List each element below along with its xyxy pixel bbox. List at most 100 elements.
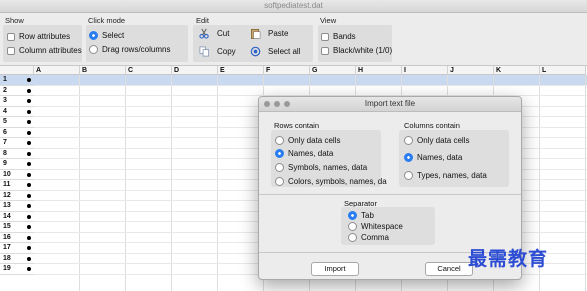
column-attributes-label: Column attributes [19, 46, 82, 55]
dialog-close-button[interactable] [264, 101, 270, 107]
import-button[interactable]: Import [311, 262, 359, 276]
separator-whitespace-label: Whitespace [361, 222, 403, 231]
row-attributes-checkbox[interactable] [7, 32, 15, 41]
bands-option[interactable]: Bands [321, 32, 356, 41]
column-header[interactable]: B [80, 66, 126, 75]
row-bullet-icon [27, 246, 31, 250]
columns-option-types[interactable]: Types, names, data [404, 171, 487, 180]
columns-types-radio[interactable] [404, 171, 413, 180]
row-number: 11 [3, 181, 11, 188]
grid-corner[interactable] [0, 66, 34, 75]
click-mode-select-option[interactable]: Select [89, 31, 124, 40]
column-header[interactable]: G [310, 66, 356, 75]
black-white-option[interactable]: Black/white (1/0) [321, 46, 392, 55]
toolbar: Show Row attributes Column attributes Cl… [0, 13, 587, 66]
rows-names-data-label: Names, data [288, 149, 334, 158]
click-mode-drag-radio[interactable] [89, 45, 98, 54]
edit-group-title: Edit [196, 16, 209, 25]
column-header[interactable]: H [356, 66, 402, 75]
column-attributes-checkbox[interactable] [7, 46, 15, 55]
column-header[interactable]: I [402, 66, 448, 75]
dialog-minimize-button[interactable] [274, 101, 280, 107]
row-number: 12 [3, 191, 11, 199]
columns-option-only-data[interactable]: Only data cells [404, 136, 469, 145]
click-mode-select-radio[interactable] [89, 31, 98, 40]
click-mode-drag-option[interactable]: Drag rows/columns [89, 45, 170, 54]
row-bullet-icon [27, 183, 31, 187]
row-bullet-icon [27, 120, 31, 124]
show-group-title: Show [5, 16, 24, 25]
row-bullet-icon [27, 109, 31, 114]
column-header[interactable]: E [218, 66, 264, 75]
select-all-icon [250, 46, 261, 57]
view-panel [318, 25, 392, 62]
row-bullet-icon [27, 162, 31, 166]
columns-names-data-label: Names, data [417, 153, 463, 162]
rows-option-only-data[interactable]: Only data cells [275, 136, 340, 145]
column-header[interactable]: D [172, 66, 218, 75]
column-header[interactable]: K [494, 66, 540, 75]
separator-option-whitespace[interactable]: Whitespace [348, 222, 403, 231]
separator-comma-label: Comma [361, 233, 390, 242]
bands-checkbox[interactable] [321, 32, 329, 41]
row-number: 3 [3, 97, 7, 104]
dialog-zoom-button[interactable] [284, 101, 290, 107]
row-number: 7 [3, 139, 7, 146]
row-number: 6 [3, 128, 7, 136]
row-number: 15 [3, 223, 11, 230]
column-header[interactable]: F [264, 66, 310, 75]
column-header[interactable]: C [126, 66, 172, 75]
rows-only-data-radio[interactable] [275, 136, 284, 145]
separator-whitespace-radio[interactable] [348, 222, 357, 231]
column-attributes-option[interactable]: Column attributes [7, 46, 82, 55]
row-bullet-icon [27, 193, 31, 198]
copy-button[interactable]: Copy [199, 46, 236, 57]
paste-button[interactable]: Paste [250, 28, 288, 39]
dialog-separator [259, 194, 521, 195]
row-bullet-icon [27, 141, 31, 145]
rows-option-symbols[interactable]: Symbols, names, data [275, 163, 367, 172]
row-bullet-icon [27, 88, 31, 93]
columns-contain-label: Columns contain [404, 121, 460, 130]
select-all-button[interactable]: Select all [250, 46, 300, 57]
column-gridline [585, 75, 586, 291]
cancel-button[interactable]: Cancel [425, 262, 473, 276]
columns-option-names-data[interactable]: Names, data [404, 153, 462, 162]
rows-names-data-radio[interactable] [275, 149, 284, 158]
rows-option-names-data[interactable]: Names, data [275, 149, 333, 158]
clipboard-icon [251, 29, 261, 39]
row-number: 2 [3, 86, 7, 94]
row-bullet-icon [27, 267, 31, 271]
copy-label: Copy [217, 47, 236, 56]
row-number: 9 [3, 160, 7, 167]
black-white-label: Black/white (1/0) [333, 46, 393, 55]
dialog-title: Import text file [364, 99, 416, 108]
column-header[interactable]: A [34, 66, 80, 75]
cut-button[interactable]: Cut [199, 28, 229, 39]
row-bullet-icon [27, 99, 31, 103]
row-bullet-icon [27, 78, 31, 82]
separator-comma-radio[interactable] [348, 233, 357, 242]
separator-option-comma[interactable]: Comma [348, 233, 389, 242]
row-number: 19 [3, 265, 11, 272]
rows-colors-radio[interactable] [275, 177, 284, 186]
window-title: softpediatest.dat [264, 1, 323, 10]
column-header[interactable]: L [540, 66, 586, 75]
black-white-checkbox[interactable] [321, 46, 329, 55]
column-header[interactable]: J [448, 66, 494, 75]
separator-option-tab[interactable]: Tab [348, 211, 374, 220]
rows-symbols-radio[interactable] [275, 163, 284, 172]
columns-names-data-radio[interactable] [404, 153, 413, 162]
row-bullet-icon [27, 235, 31, 240]
scissors-icon [199, 28, 209, 39]
copy-icon [199, 46, 209, 57]
rows-contain-label: Rows contain [274, 121, 320, 130]
columns-only-data-radio[interactable] [404, 136, 413, 145]
row-attributes-option[interactable]: Row attributes [7, 32, 70, 41]
separator-tab-radio[interactable] [348, 211, 357, 220]
rows-colors-label: Colors, symbols, names, da [288, 177, 387, 186]
rows-only-data-label: Only data cells [288, 136, 341, 145]
rows-option-colors[interactable]: Colors, symbols, names, da [275, 177, 387, 186]
row-bullet-icon [27, 214, 31, 219]
row-number: 5 [3, 118, 7, 125]
